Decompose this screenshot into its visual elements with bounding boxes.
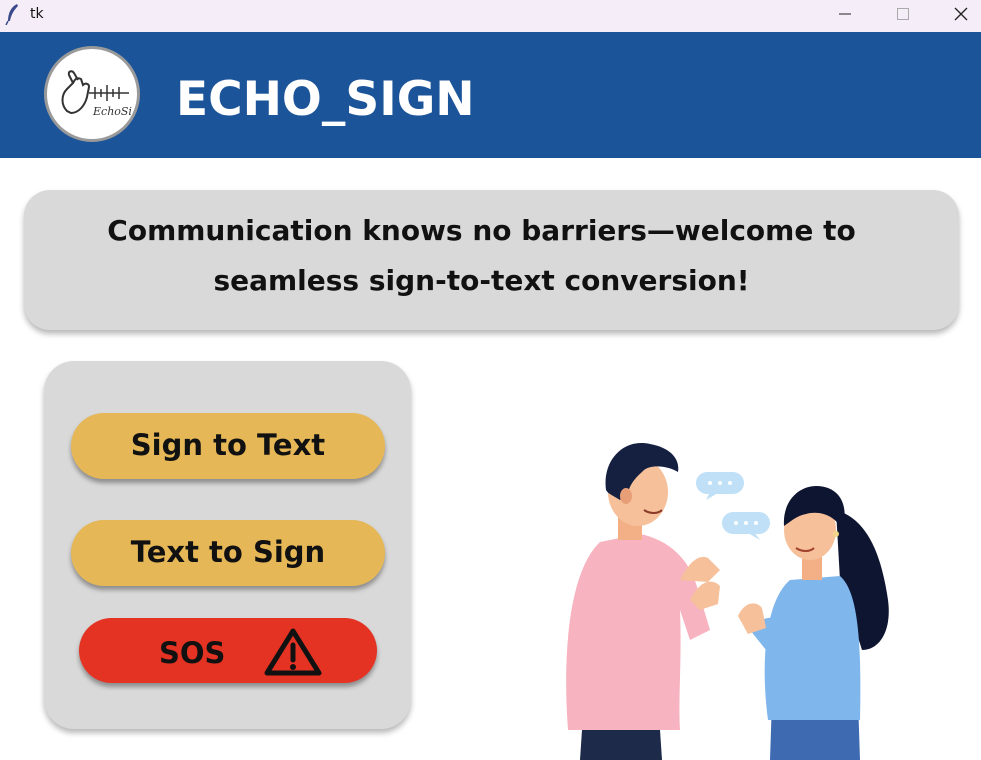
close-icon	[954, 7, 968, 21]
welcome-line-2: seamless sign-to-text conversion!	[213, 264, 750, 297]
echosign-logo: EchoSign	[44, 46, 140, 142]
app-title: ECHO_SIGN	[176, 72, 475, 127]
warning-icon	[264, 628, 322, 676]
text-to-sign-button[interactable]: Text to Sign	[71, 520, 385, 586]
people-signing-illustration	[566, 443, 889, 760]
hand-sign-logo-icon: EchoSign	[61, 70, 137, 118]
logo-text: EchoSign	[92, 105, 137, 118]
minimize-button[interactable]	[816, 0, 874, 30]
maximize-button[interactable]	[874, 0, 932, 30]
sign-to-text-button[interactable]: Sign to Text	[71, 413, 385, 479]
welcome-banner: Communication knows no barriers—welcome …	[24, 190, 959, 330]
window-title: tk	[30, 6, 44, 22]
minimize-icon	[839, 13, 851, 15]
action-panel: Sign to Text Text to Sign SOS	[44, 361, 411, 729]
sos-button[interactable]: SOS	[79, 618, 377, 683]
close-button[interactable]	[932, 0, 981, 30]
app-header: EchoSign ECHO_SIGN	[0, 32, 981, 158]
man-figure	[566, 443, 720, 760]
maximize-icon	[897, 8, 909, 20]
feather-icon	[5, 4, 18, 25]
speech-bubble-icon	[722, 512, 770, 540]
window-titlebar: tk	[0, 0, 981, 32]
sos-label: SOS	[159, 636, 226, 670]
welcome-line-1: Communication knows no barriers—welcome …	[107, 214, 856, 247]
speech-bubble-icon	[696, 472, 744, 500]
